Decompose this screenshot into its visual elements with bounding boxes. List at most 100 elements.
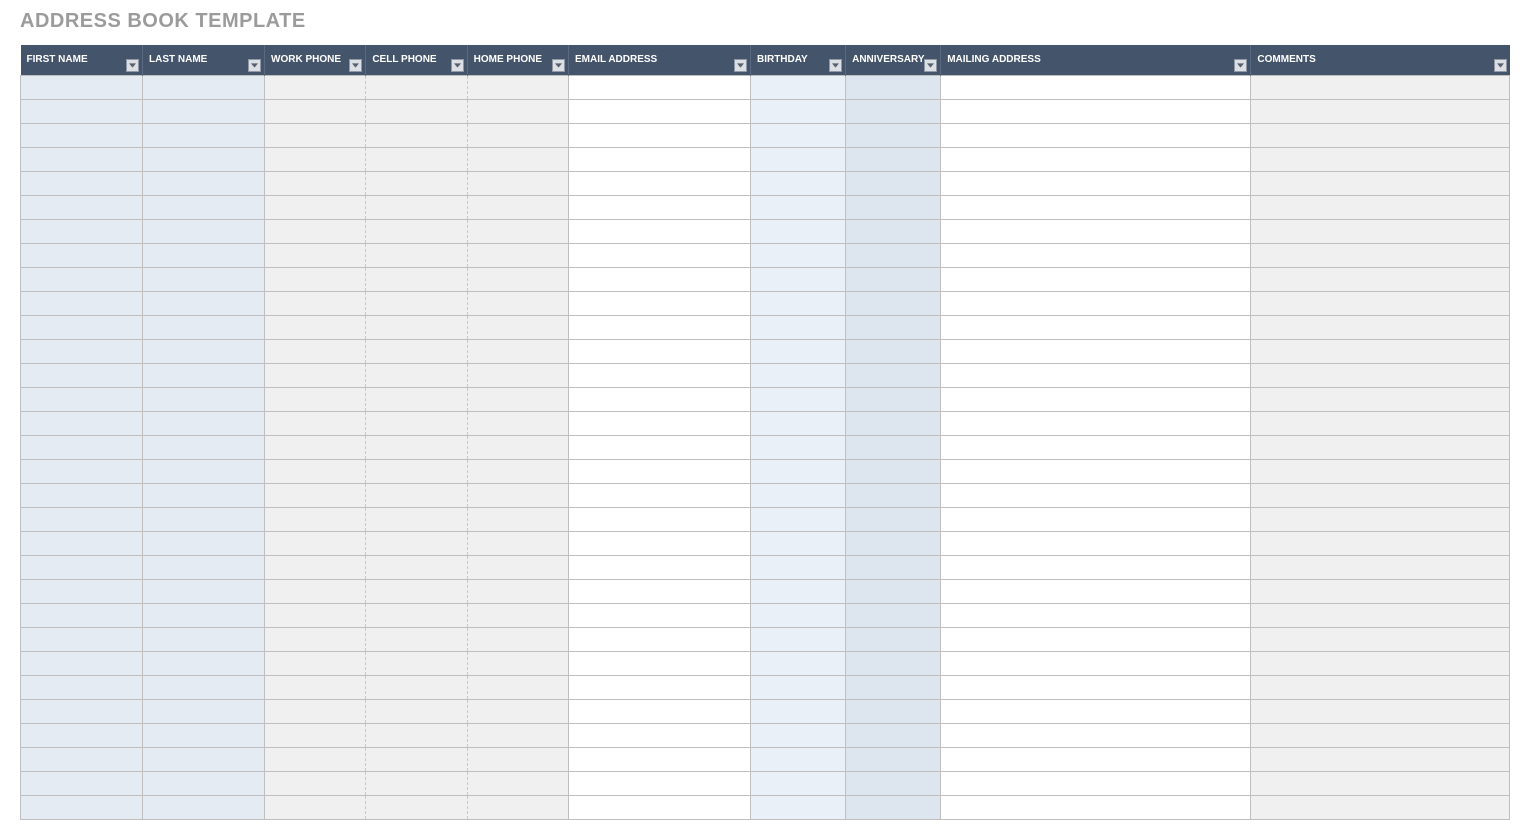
- table-cell[interactable]: [846, 171, 941, 195]
- table-cell[interactable]: [366, 315, 467, 339]
- table-cell[interactable]: [1251, 387, 1510, 411]
- table-cell[interactable]: [143, 363, 265, 387]
- table-cell[interactable]: [265, 171, 366, 195]
- table-cell[interactable]: [750, 339, 845, 363]
- table-cell[interactable]: [21, 363, 143, 387]
- table-cell[interactable]: [467, 747, 568, 771]
- table-cell[interactable]: [846, 219, 941, 243]
- table-cell[interactable]: [1251, 243, 1510, 267]
- table-cell[interactable]: [568, 771, 750, 795]
- table-cell[interactable]: [750, 363, 845, 387]
- table-cell[interactable]: [467, 555, 568, 579]
- table-cell[interactable]: [568, 171, 750, 195]
- table-cell[interactable]: [1251, 123, 1510, 147]
- table-cell[interactable]: [750, 195, 845, 219]
- table-cell[interactable]: [750, 459, 845, 483]
- table-cell[interactable]: [1251, 795, 1510, 819]
- filter-dropdown-icon[interactable]: [349, 59, 362, 72]
- table-cell[interactable]: [265, 435, 366, 459]
- table-cell[interactable]: [265, 603, 366, 627]
- table-cell[interactable]: [1251, 747, 1510, 771]
- table-cell[interactable]: [21, 483, 143, 507]
- table-cell[interactable]: [21, 195, 143, 219]
- table-cell[interactable]: [750, 771, 845, 795]
- table-cell[interactable]: [143, 219, 265, 243]
- table-cell[interactable]: [941, 147, 1251, 171]
- table-cell[interactable]: [750, 531, 845, 555]
- table-cell[interactable]: [265, 123, 366, 147]
- table-cell[interactable]: [568, 795, 750, 819]
- table-cell[interactable]: [568, 699, 750, 723]
- table-cell[interactable]: [265, 627, 366, 651]
- filter-dropdown-icon[interactable]: [248, 59, 261, 72]
- table-cell[interactable]: [21, 531, 143, 555]
- table-cell[interactable]: [1251, 627, 1510, 651]
- filter-dropdown-icon[interactable]: [1234, 59, 1247, 72]
- filter-dropdown-icon[interactable]: [451, 59, 464, 72]
- table-cell[interactable]: [941, 291, 1251, 315]
- table-cell[interactable]: [366, 699, 467, 723]
- table-cell[interactable]: [941, 315, 1251, 339]
- table-cell[interactable]: [143, 459, 265, 483]
- table-cell[interactable]: [366, 435, 467, 459]
- table-cell[interactable]: [366, 603, 467, 627]
- table-cell[interactable]: [467, 771, 568, 795]
- table-cell[interactable]: [467, 291, 568, 315]
- filter-dropdown-icon[interactable]: [1494, 59, 1507, 72]
- table-cell[interactable]: [846, 483, 941, 507]
- table-cell[interactable]: [941, 699, 1251, 723]
- table-cell[interactable]: [750, 603, 845, 627]
- table-cell[interactable]: [750, 723, 845, 747]
- table-cell[interactable]: [941, 435, 1251, 459]
- table-cell[interactable]: [467, 123, 568, 147]
- table-cell[interactable]: [143, 411, 265, 435]
- table-cell[interactable]: [568, 291, 750, 315]
- table-cell[interactable]: [846, 291, 941, 315]
- table-cell[interactable]: [568, 387, 750, 411]
- table-cell[interactable]: [846, 387, 941, 411]
- table-cell[interactable]: [941, 651, 1251, 675]
- table-cell[interactable]: [467, 651, 568, 675]
- table-cell[interactable]: [21, 315, 143, 339]
- table-cell[interactable]: [750, 315, 845, 339]
- table-cell[interactable]: [467, 387, 568, 411]
- table-cell[interactable]: [143, 387, 265, 411]
- table-cell[interactable]: [846, 723, 941, 747]
- table-cell[interactable]: [366, 723, 467, 747]
- table-cell[interactable]: [143, 147, 265, 171]
- table-cell[interactable]: [750, 675, 845, 699]
- table-cell[interactable]: [467, 675, 568, 699]
- table-cell[interactable]: [568, 651, 750, 675]
- table-cell[interactable]: [21, 699, 143, 723]
- table-cell[interactable]: [1251, 771, 1510, 795]
- table-cell[interactable]: [467, 99, 568, 123]
- table-cell[interactable]: [265, 459, 366, 483]
- table-cell[interactable]: [846, 507, 941, 531]
- table-cell[interactable]: [846, 603, 941, 627]
- table-cell[interactable]: [366, 171, 467, 195]
- table-cell[interactable]: [143, 123, 265, 147]
- table-cell[interactable]: [846, 315, 941, 339]
- table-cell[interactable]: [467, 795, 568, 819]
- table-cell[interactable]: [846, 339, 941, 363]
- table-cell[interactable]: [846, 195, 941, 219]
- table-cell[interactable]: [366, 507, 467, 531]
- table-cell[interactable]: [846, 675, 941, 699]
- table-cell[interactable]: [21, 795, 143, 819]
- col-header-work-phone[interactable]: WORK PHONE: [265, 45, 366, 75]
- table-cell[interactable]: [467, 699, 568, 723]
- col-header-mailing-address[interactable]: MAILING ADDRESS: [941, 45, 1251, 75]
- table-cell[interactable]: [568, 411, 750, 435]
- table-cell[interactable]: [265, 531, 366, 555]
- table-cell[interactable]: [568, 315, 750, 339]
- table-cell[interactable]: [143, 627, 265, 651]
- table-cell[interactable]: [846, 243, 941, 267]
- table-cell[interactable]: [941, 771, 1251, 795]
- table-cell[interactable]: [143, 195, 265, 219]
- table-cell[interactable]: [941, 339, 1251, 363]
- table-cell[interactable]: [143, 771, 265, 795]
- table-cell[interactable]: [143, 75, 265, 99]
- filter-dropdown-icon[interactable]: [552, 59, 565, 72]
- table-cell[interactable]: [366, 627, 467, 651]
- table-cell[interactable]: [941, 747, 1251, 771]
